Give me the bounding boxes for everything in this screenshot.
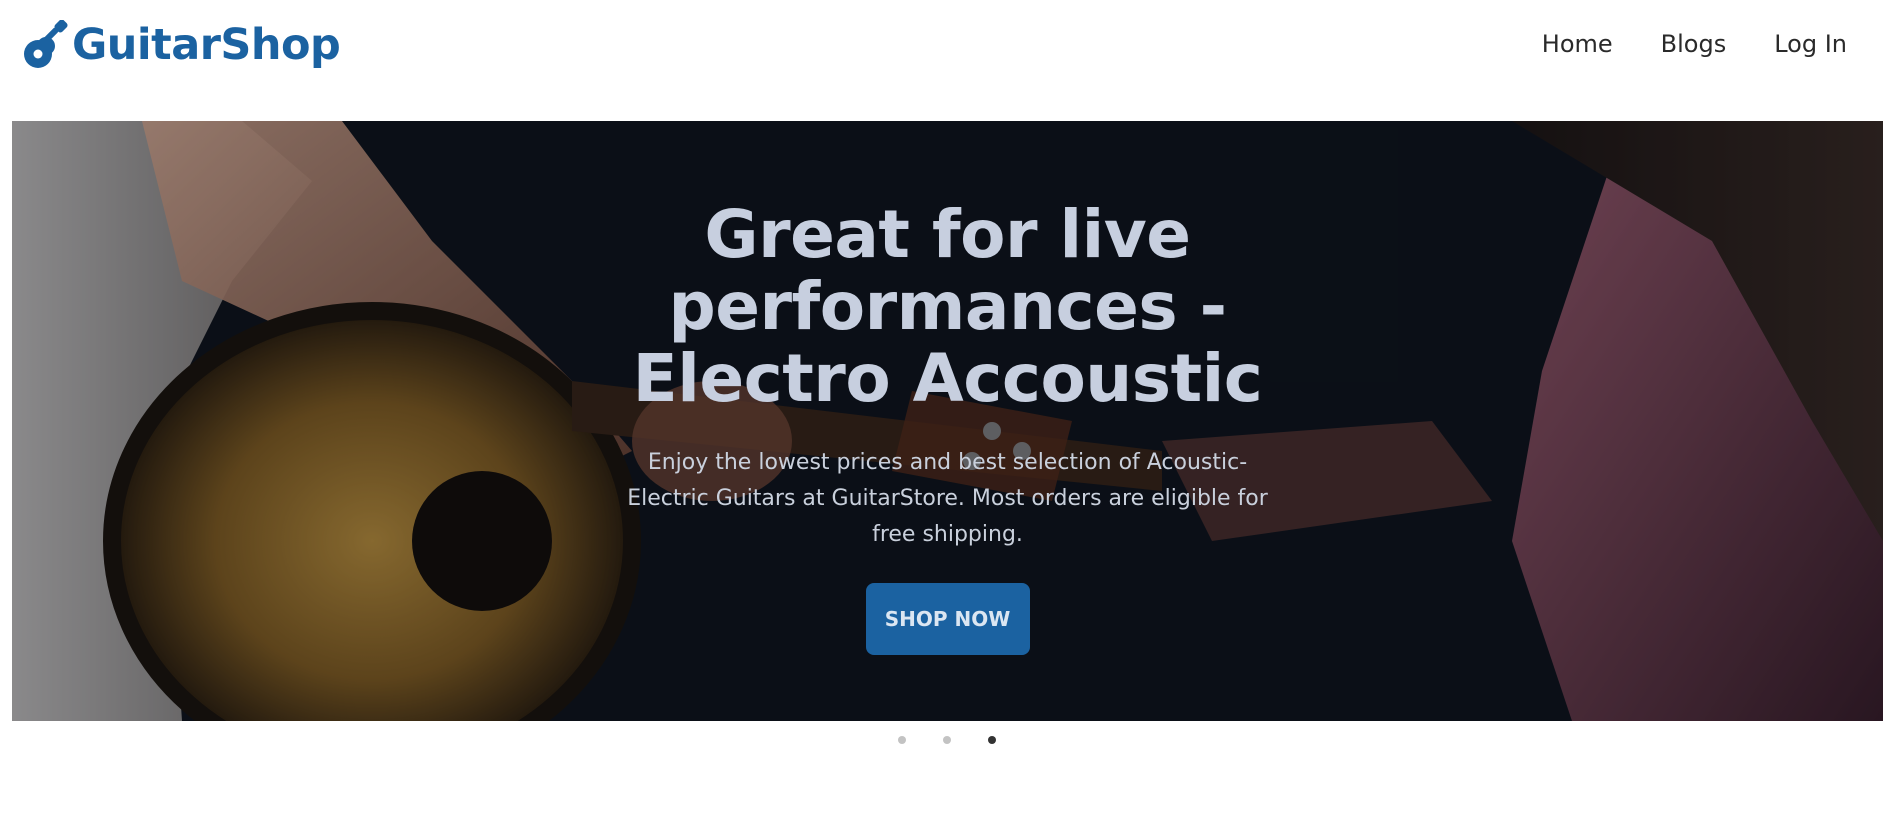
hero-description: Enjoy the lowest prices and best selecti… (627, 450, 1268, 547)
shop-now-button[interactable]: SHOP NOW (865, 583, 1030, 655)
nav-home[interactable]: Home (1542, 26, 1613, 62)
carousel-indicators (0, 736, 1894, 744)
hero-content: Great for live performances - Electro Ac… (12, 199, 1883, 655)
nav-login[interactable]: Log In (1774, 26, 1847, 62)
carousel-dot-2[interactable] (943, 736, 951, 744)
logo-text: GuitarShop (72, 20, 341, 70)
main-nav: Home Blogs Log In (1542, 26, 1847, 62)
nav-blogs[interactable]: Blogs (1661, 26, 1727, 62)
carousel-dot-1[interactable] (898, 736, 906, 744)
site-header: GuitarShop Home Blogs Log In (0, 0, 1894, 120)
guitar-icon (24, 20, 68, 68)
logo-link[interactable]: GuitarShop (22, 14, 341, 76)
hero-title: Great for live performances - Electro Ac… (632, 196, 1263, 417)
hero-banner: Great for live performances - Electro Ac… (12, 121, 1883, 721)
carousel-dot-3[interactable] (988, 736, 996, 744)
